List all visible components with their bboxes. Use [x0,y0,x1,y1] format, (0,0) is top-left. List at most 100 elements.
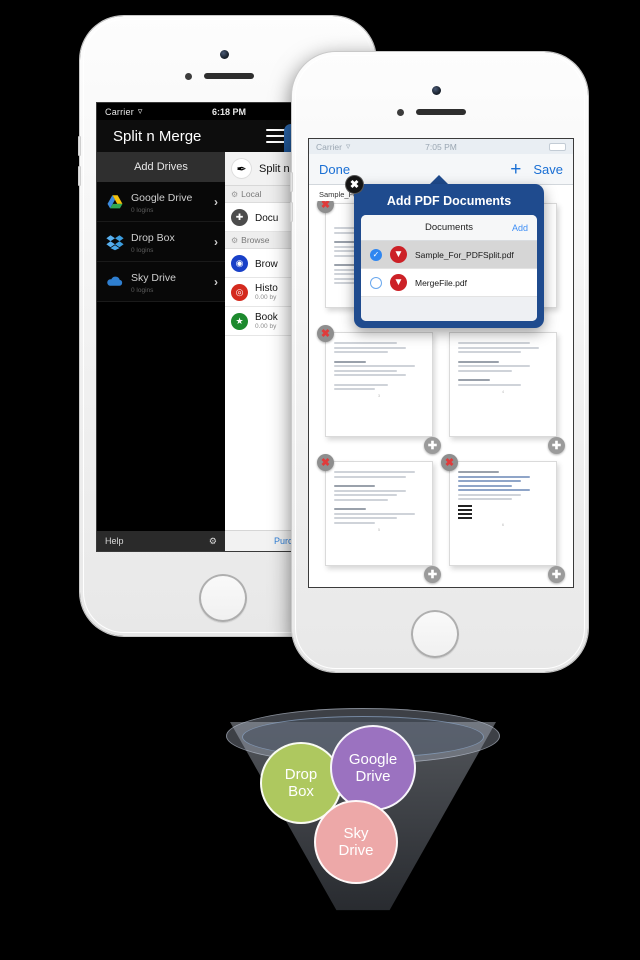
list-item-text: Docu [255,208,278,226]
volume-down-button[interactable] [78,166,81,186]
pdf-file-icon: ▼ [390,274,407,291]
split-merge-app-icon: ✒ [231,158,252,179]
close-icon[interactable]: ✖ [346,176,363,193]
funnel-bubble-label: Sky Drive [338,825,373,859]
sidebar-footer: Help ⚙ [97,531,225,551]
add-button[interactable]: Add [512,223,528,233]
document-list-item[interactable]: ✓ ▼ Sample_For_PDFSplit.pdf [361,241,537,269]
page-title: Split n Merge [113,127,202,145]
add-page-badge[interactable]: ✚ [424,437,441,454]
funnel-bubble-sky-drive: Sky Drive [314,800,398,884]
proximity-sensor-icon [397,109,404,116]
list-item-label: Book [255,312,278,323]
battery-icon [549,142,566,151]
page-thumbnail[interactable]: 3 ✖ ✚ [317,325,441,454]
page-preview: 4 [449,332,557,437]
sidebar-item-label: Google Drive [131,192,193,204]
sidebar-item-text: Google Drive 0 logins [131,188,214,215]
home-button[interactable] [411,610,459,658]
checkbox-unchecked-icon[interactable] [370,276,382,289]
volume-up-button[interactable] [78,136,81,156]
sidebar-item-text: Sky Drive 0 logins [131,268,214,295]
phone-right-screen: Carrier ▿ 7:05 PM Done + Save Sample_For [308,138,574,588]
earpiece-speaker [416,109,466,115]
document-list-item[interactable]: ▼ MergeFile.pdf [361,269,537,297]
funnel-bubble-line1: Google [348,751,398,768]
page-preview: 3 [325,332,433,437]
delete-page-badge[interactable]: ✖ [317,325,334,342]
sidebar-empty-area [97,302,225,531]
history-icon: ◎ [231,283,248,301]
dialog-title: Add PDF Documents [386,194,512,208]
funnel-bubble-line2: Drive [355,768,391,785]
front-camera-icon [432,86,441,95]
chevron-right-icon: › [214,274,218,289]
documents-panel-footer [361,297,537,321]
save-button[interactable]: Save [533,162,563,177]
sidebar-item-sky-drive[interactable]: Sky Drive 0 logins › [97,262,225,302]
page-preview: 5 [325,461,433,566]
home-button[interactable] [199,574,247,622]
documents-panel: Documents Add ✓ ▼ Sample_For_PDFSplit.pd… [361,215,537,321]
qr-code-icon [458,505,472,519]
checkbox-checked-icon[interactable]: ✓ [370,248,382,261]
gear-icon: ⚙ [231,235,239,245]
add-page-badge[interactable]: ✚ [548,437,565,454]
sidebar-item-drop-box[interactable]: Drop Box 0 logins › [97,222,225,262]
front-camera-icon [220,50,229,59]
skydrive-icon [106,273,124,291]
gear-icon: ⚙ [231,189,239,199]
documents-folder-icon: ✚ [231,208,248,226]
page-thumbnail[interactable]: 4 ✚ [449,332,565,454]
gear-icon[interactable]: ⚙ [209,536,217,547]
list-item-text: Book 0.00 by [255,312,278,330]
browser-icon: ◉ [231,254,248,272]
sidebar-item-google-drive[interactable]: Google Drive 0 logins › [97,182,225,222]
funnel-bubble-line2: Drive [338,842,374,859]
documents-header-label: Documents [424,222,474,233]
status-bar: Carrier ▿ 7:05 PM [309,139,573,154]
delete-page-badge[interactable]: ✖ [317,454,334,471]
help-button[interactable]: Help [105,536,124,546]
list-item-label: Histo [255,283,278,294]
page-thumbnail[interactable]: 6 ✖ ✚ [441,454,565,583]
list-item-sublabel: 0.00 by [255,294,277,301]
list-item-label: Docu [255,213,279,224]
add-pdf-documents-dialog: ✖ Add PDF Documents Documents Add ✓ ▼ Sa… [346,176,544,328]
done-button[interactable]: Done [319,162,350,177]
delete-page-badge[interactable]: ✖ [441,454,458,471]
list-item-text: Brow [255,254,278,272]
section-label: Browse [241,235,270,245]
chevron-right-icon: › [214,234,218,249]
funnel-bubble-label: Google Drive [349,751,397,785]
funnel-bubble-google-drive: Google Drive [330,725,416,811]
sidebar-item-text: Drop Box 0 logins [131,228,214,255]
add-page-badge[interactable]: ✚ [424,566,441,583]
bookmarks-icon: ★ [231,312,248,330]
clock-label: 7:05 PM [425,141,457,152]
sidebar-item-sublabel: 0 logins [131,247,154,254]
list-item-sublabel: 0.00 by [255,323,277,330]
phone-right: Carrier ▿ 7:05 PM Done + Save Sample_For [290,52,588,672]
document-name: MergeFile.pdf [415,277,467,288]
cloud-drives-funnel-graphic: Drop Box Google Drive Sky Drive [218,700,508,920]
volume-up-button[interactable] [290,172,293,192]
add-page-badge[interactable]: ✚ [548,566,565,583]
nav-actions: + Save [510,160,563,179]
add-drives-header[interactable]: Add Drives [97,152,225,182]
google-drive-icon [106,193,124,211]
sidebar-item-label: Drop Box [131,232,175,244]
sidebar-item-label: Sky Drive [131,272,176,284]
add-icon[interactable]: + [510,160,521,179]
document-name: Sample_For_PDFSplit.pdf [415,249,514,260]
page-thumbnail[interactable]: 5 ✖ ✚ [317,454,441,583]
page-preview: 6 [449,461,557,566]
sidebar-item-sublabel: 0 logins [131,287,154,294]
dropbox-icon [106,233,124,251]
list-item-text: Histo 0.00 by [255,283,278,301]
funnel-bubble-line1: Drop [284,766,318,783]
pdf-file-icon: ▼ [390,246,407,263]
documents-panel-header: Documents Add [361,215,537,241]
funnel-bubble-line1: Sky [343,825,369,842]
volume-down-button[interactable] [290,202,293,222]
